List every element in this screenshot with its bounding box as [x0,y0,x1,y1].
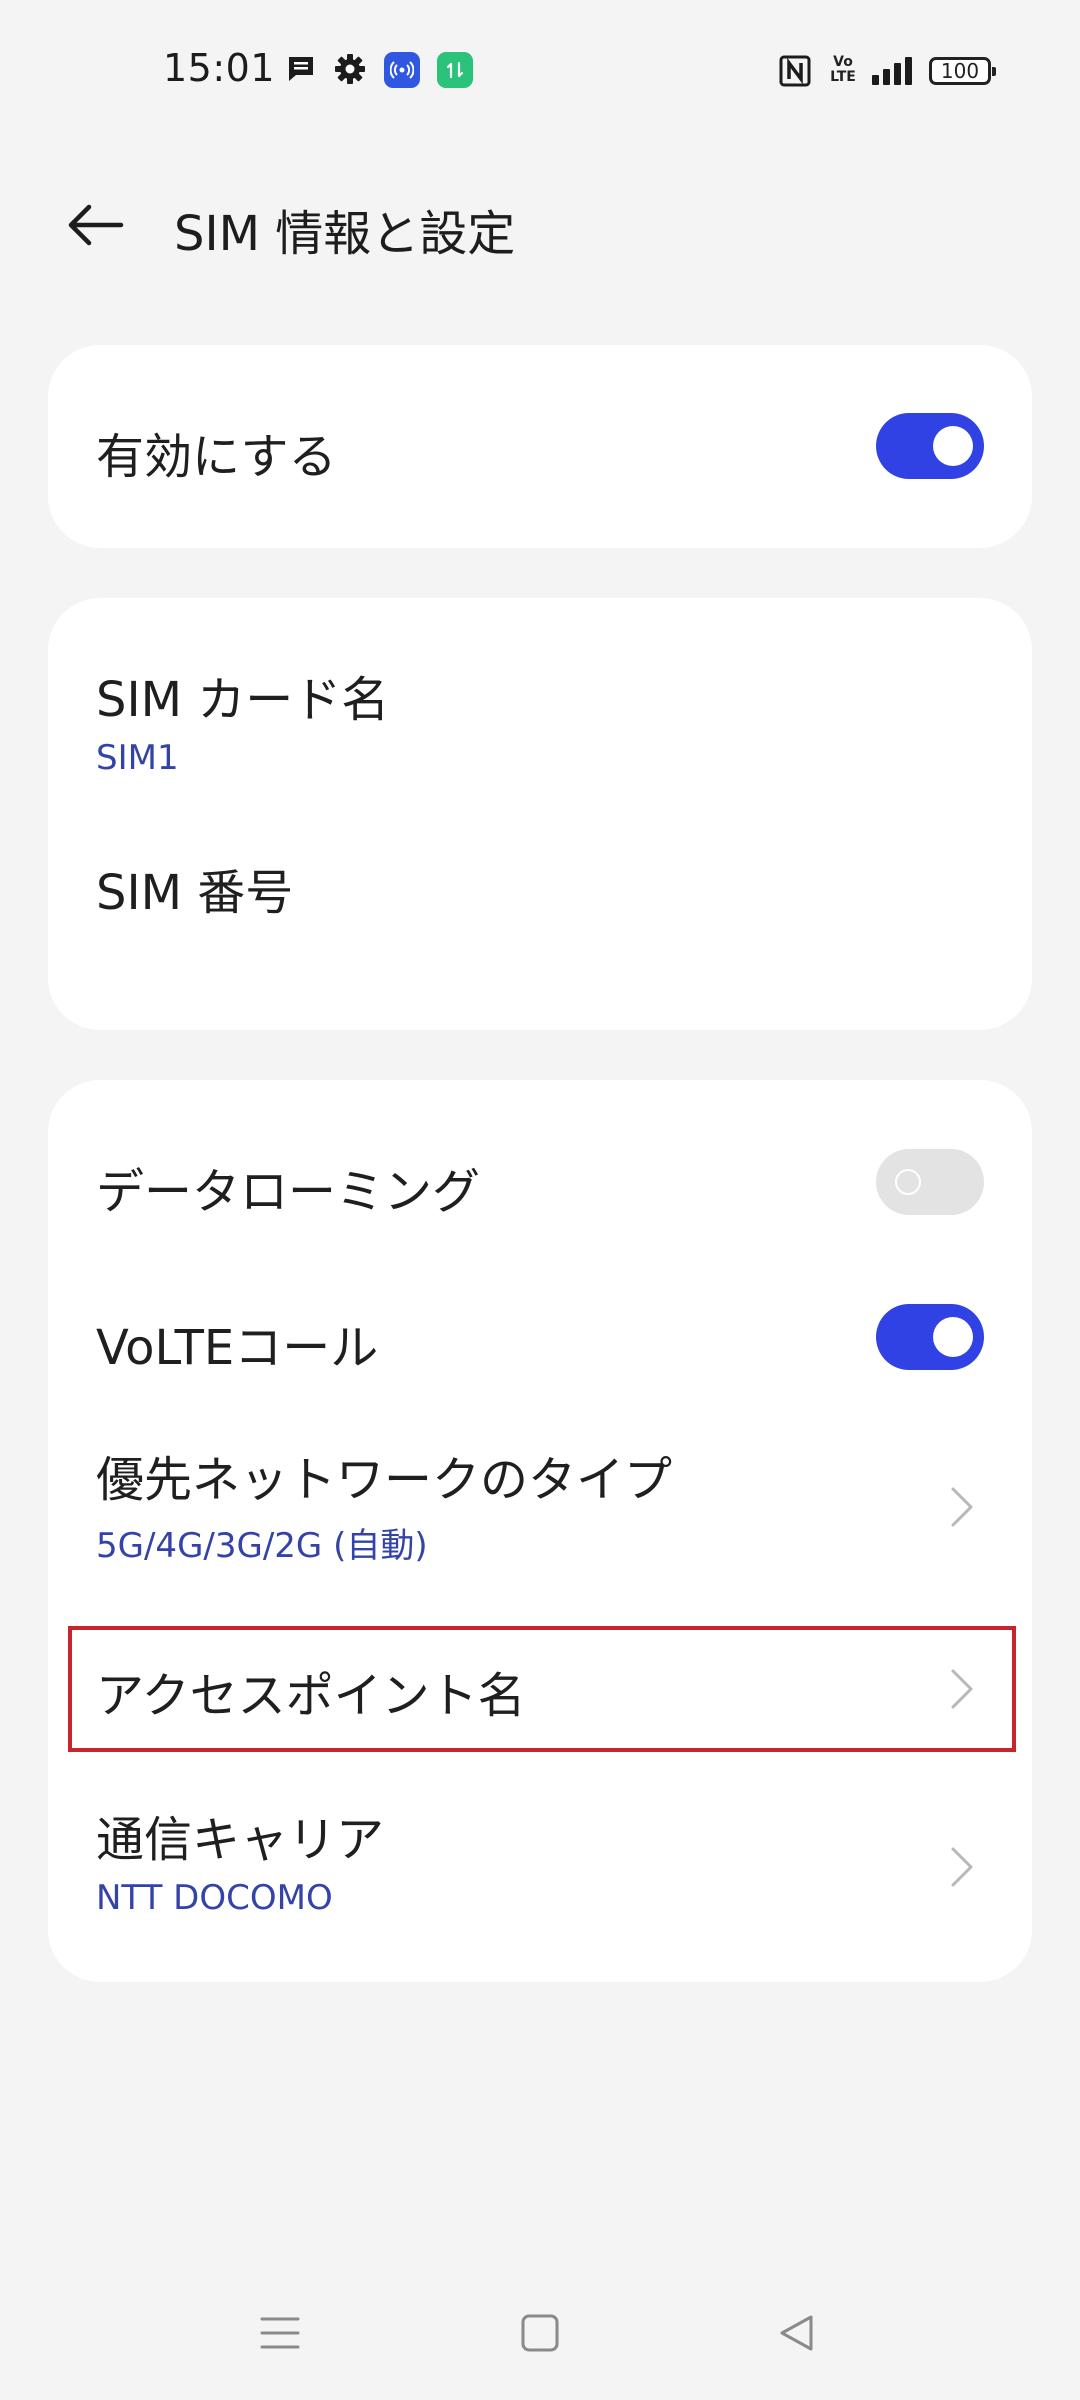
toggle-knob [890,1164,926,1200]
enable-toggle[interactable] [876,413,984,479]
carrier-row[interactable]: 通信キャリア NTT DOCOMO [48,1770,1032,1960]
carrier-value: NTT DOCOMO [96,1878,333,1918]
sim-card-name-value: SIM1 [96,738,179,778]
preferred-network-type-label: 優先ネットワークのタイプ [96,1452,673,1508]
battery-icon: 100 [929,57,996,85]
volte-icon: Vo LTE [828,50,858,90]
home-icon [521,2314,559,2352]
enable-card: 有効にする [48,345,1032,548]
status-time: 15:01 [163,46,276,90]
status-bar: 15:01 Vo LTE 100 [0,0,1080,140]
navigation-bar [0,2290,1080,2380]
nfc-icon [778,54,812,88]
chevron-right-icon [942,1482,982,1532]
volte-top-text: Vo [833,54,853,70]
back-triangle-icon [780,2315,813,2351]
preferred-network-type-row[interactable]: 優先ネットワークのタイプ 5G/4G/3G/2G (自動) [48,1410,1032,1600]
home-button[interactable] [505,2298,575,2368]
preferred-network-type-value: 5G/4G/3G/2G (自動) [96,1526,428,1566]
access-point-name-row[interactable]: アクセスポイント名 [48,1626,1032,1752]
volte-call-toggle[interactable] [876,1304,984,1370]
chevron-right-icon [942,1664,982,1714]
data-roaming-toggle[interactable] [876,1149,984,1215]
app-header: SIM 情報と設定 [0,170,1080,280]
sim-info-card: SIM カード名 SIM1 SIM 番号 [48,598,1032,1030]
data-roaming-label: データローミング [96,1164,481,1220]
message-icon [284,52,318,86]
menu-icon [260,2317,300,2349]
carrier-label: 通信キャリア [96,1812,385,1868]
volte-call-label: VoLTEコール [96,1320,379,1376]
gear-icon [333,52,367,86]
toggle-knob [933,426,973,466]
back-button[interactable] [55,190,135,260]
sim-card-name-label: SIM カード名 [96,672,390,728]
sim-number-label: SIM 番号 [96,865,294,921]
enable-row[interactable]: 有効にする [48,345,1032,548]
hotspot-icon [384,52,420,88]
sim-number-row[interactable]: SIM 番号 [48,808,1032,958]
page-title: SIM 情報と設定 [174,206,516,262]
signal-icon [870,54,914,88]
data-roaming-row[interactable]: データローミング [48,1080,1032,1230]
screen: 15:01 Vo LTE 100 SIM 情報と設定 有効にする SIM カード… [0,0,1080,2400]
access-point-name-label: アクセスポイント名 [96,1668,526,1724]
sim-card-name-row[interactable]: SIM カード名 SIM1 [48,598,1032,788]
enable-label: 有効にする [96,429,337,485]
toggle-knob [933,1317,973,1357]
volte-bottom-text: LTE [830,69,856,85]
recent-apps-button[interactable] [245,2298,315,2368]
arrow-left-icon [68,204,124,246]
nav-back-button[interactable] [762,2298,832,2368]
data-transfer-icon [437,52,473,88]
volte-call-row[interactable]: VoLTEコール [48,1230,1032,1380]
chevron-right-icon [942,1842,982,1892]
network-settings-card: データローミング VoLTEコール 優先ネットワークのタイプ 5G/4G/3G/… [48,1080,1032,1982]
